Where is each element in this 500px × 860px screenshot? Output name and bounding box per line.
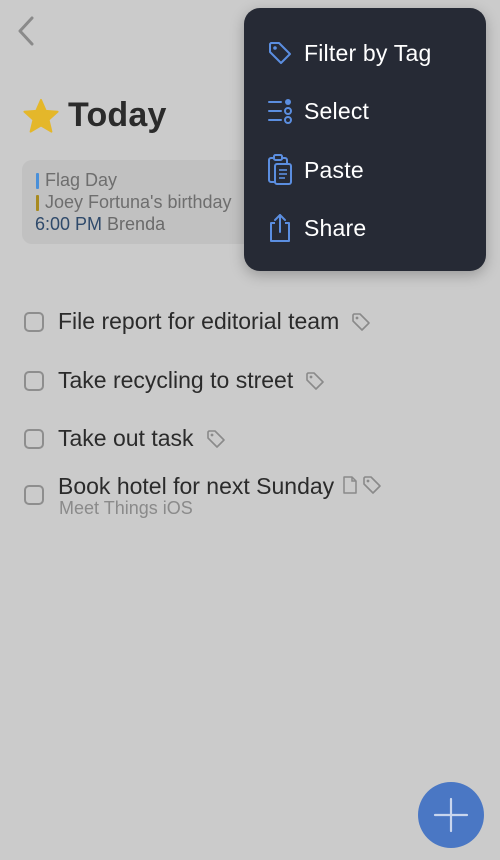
page-title: Today (68, 96, 167, 134)
task-title[interactable]: Book hotel for next Sunday (58, 473, 334, 500)
chevron-left-icon (18, 16, 34, 46)
task-row[interactable]: Take recycling to street (24, 367, 325, 394)
menu-item-filter-by-tag[interactable]: Filter by Tag (266, 33, 431, 73)
title-row: Today (22, 96, 167, 135)
select-list-icon (266, 94, 294, 128)
task-row[interactable]: Take out task (24, 425, 226, 452)
task-project-label: Meet Things iOS (59, 498, 193, 518)
clipboard-icon (266, 153, 294, 187)
tag-icon (266, 36, 294, 70)
task-checkbox[interactable] (24, 370, 44, 391)
note-icon (343, 476, 357, 494)
menu-item-paste[interactable]: Paste (266, 150, 364, 190)
star-icon (23, 98, 59, 133)
back-button[interactable] (12, 14, 40, 48)
tag-icon (206, 429, 225, 448)
menu-item-share[interactable]: Share (266, 208, 366, 248)
calendar-event: Flag Day (36, 170, 117, 191)
menu-item-label: Share (304, 214, 367, 241)
calendar-event: Joey Fortuna's birthday (36, 192, 232, 213)
actions-menu: Filter by Tag Select Paste Share (244, 8, 486, 271)
event-text: Flag Day (45, 170, 118, 190)
event-color-bar (36, 172, 39, 189)
tag-icon (363, 476, 381, 494)
menu-item-label: Paste (304, 156, 364, 183)
task-title[interactable]: File report for editorial team (58, 308, 339, 335)
event-text: Joey Fortuna's birthday (45, 192, 232, 212)
menu-item-label: Select (304, 97, 370, 124)
event-text: Brenda (107, 214, 166, 234)
tag-icon (352, 312, 371, 331)
tag-icon (306, 371, 325, 390)
menu-item-select[interactable]: Select (266, 91, 369, 131)
task-title[interactable]: Take recycling to street (58, 367, 293, 394)
calendar-event: 6:00 PM Brenda (35, 214, 165, 235)
task-checkbox[interactable] (24, 428, 44, 449)
share-icon (266, 211, 294, 245)
event-time: 6:00 PM (35, 214, 103, 234)
task-row[interactable]: File report for editorial team (24, 308, 371, 335)
add-task-button[interactable] (418, 782, 484, 848)
event-color-bar (36, 194, 39, 211)
menu-item-label: Filter by Tag (304, 39, 432, 66)
plus-icon (433, 797, 469, 833)
task-checkbox[interactable] (24, 485, 44, 505)
task-checkbox[interactable] (24, 311, 44, 332)
task-title[interactable]: Take out task (58, 425, 194, 452)
